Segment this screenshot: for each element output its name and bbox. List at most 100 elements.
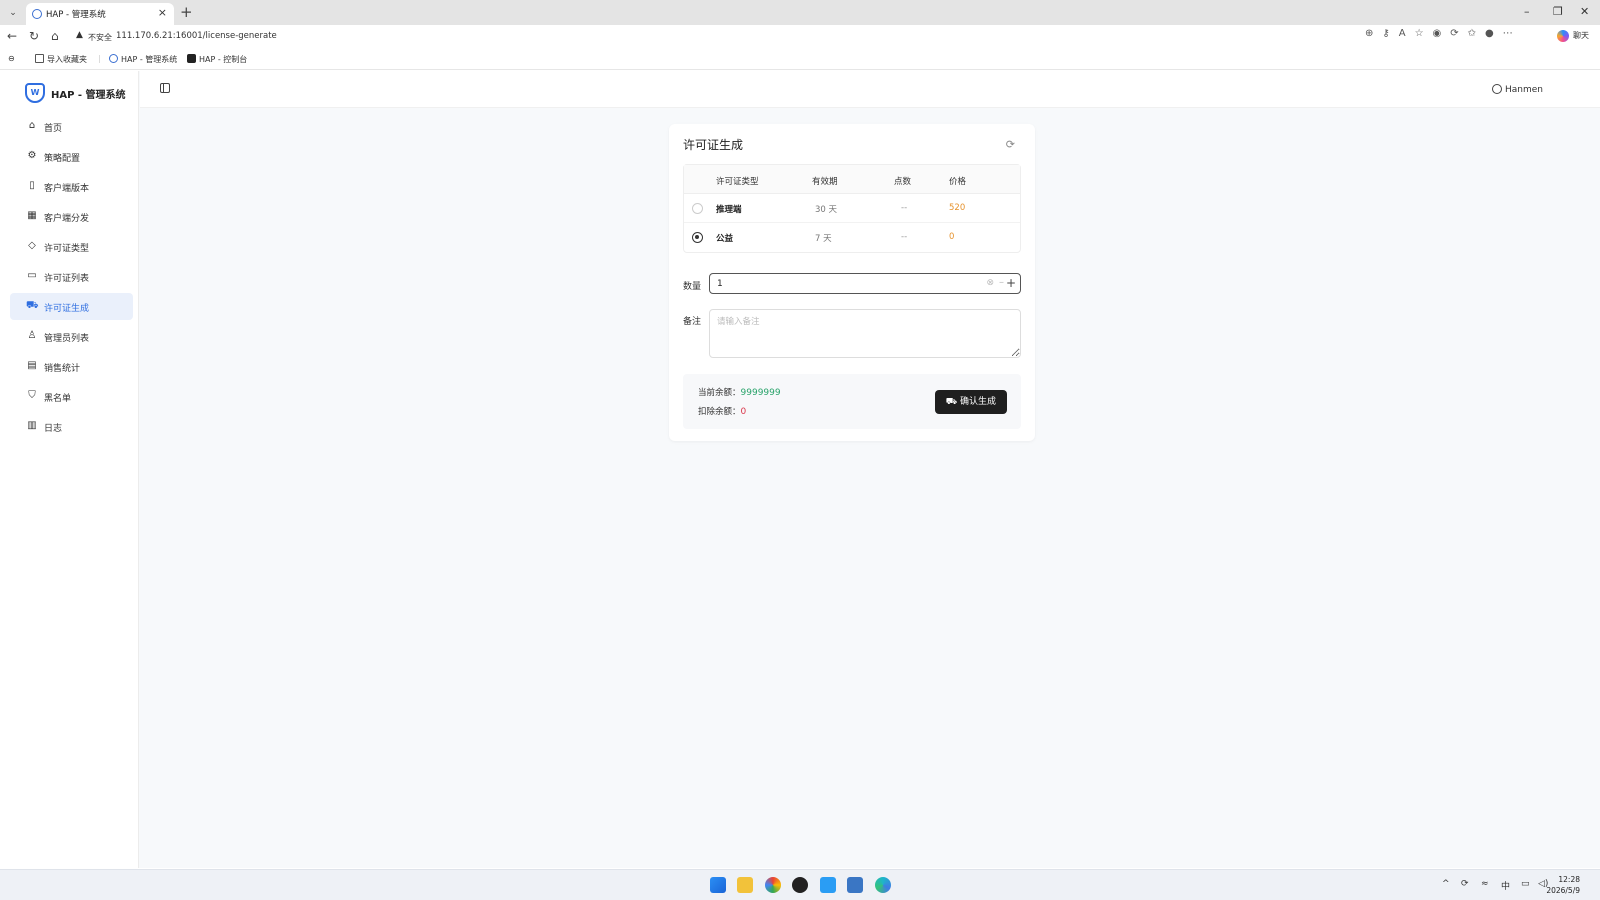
current-balance: 当前余额：9999999 xyxy=(698,386,781,398)
distribute-icon: ▦ xyxy=(27,210,37,221)
minus-icon[interactable]: – xyxy=(999,277,1004,288)
sidebar-item-policy[interactable]: ⚙ 策略配置 xyxy=(10,143,133,170)
chat-label[interactable]: 聊天 xyxy=(1573,30,1589,41)
table-row[interactable]: 推理端 30 天 -- 520 xyxy=(684,194,1020,223)
sidebar-item-label: 管理员列表 xyxy=(44,334,90,344)
feishu-icon[interactable] xyxy=(820,877,836,893)
extension-icon[interactable]: ◉ xyxy=(1433,28,1442,39)
sidebar-item-label: 首页 xyxy=(44,124,63,134)
card-icon: ▭ xyxy=(27,270,37,281)
column-header: 许可证类型 xyxy=(716,177,759,187)
window-close-icon[interactable]: ✕ xyxy=(1580,5,1589,18)
back-arrow-icon[interactable]: ← xyxy=(7,29,17,43)
deduct-balance-label: 扣除余额： xyxy=(698,407,741,417)
minimize-icon[interactable]: – xyxy=(1524,5,1530,18)
user-icon: ♙ xyxy=(27,330,37,341)
sidebar-item-license-type[interactable]: ◇ 许可证类型 xyxy=(10,233,133,260)
sidebar-item-label: 客户端版本 xyxy=(44,184,90,194)
clear-icon[interactable]: ⊗ xyxy=(986,278,994,288)
insecure-label: 不安全 xyxy=(88,33,112,42)
collections-icon[interactable]: ✩ xyxy=(1468,28,1476,39)
bookmark-toggle-icon[interactable]: ⊖ xyxy=(8,54,15,63)
ime-indicator[interactable]: 中 xyxy=(1501,879,1510,892)
profile-icon[interactable]: ● xyxy=(1485,28,1494,39)
window-app-icon[interactable] xyxy=(847,877,863,893)
user-menu[interactable]: Hanmen xyxy=(1492,84,1543,95)
tray-display-icon[interactable]: ▭ xyxy=(1521,879,1530,889)
url-text: 111.170.6.21:16001/license-generate xyxy=(116,31,277,41)
row-radio[interactable] xyxy=(692,203,703,214)
quantity-stepper[interactable]: 1 ⊗ – + xyxy=(709,273,1021,294)
quantity-value[interactable]: 1 xyxy=(717,279,723,289)
confirm-generate-button[interactable]: ⛟ 确认生成 xyxy=(934,390,1007,414)
tray-sync-icon[interactable]: ⟳ xyxy=(1461,879,1469,889)
system-clock[interactable]: 12:28 2026/5/9 xyxy=(1546,874,1580,896)
license-points: -- xyxy=(901,232,908,242)
bookmark-import[interactable]: 导入收藏夹 xyxy=(35,54,87,65)
edge-icon[interactable] xyxy=(875,877,891,893)
url-input[interactable]: ▲ 不安全 111.170.6.21:16001/license-generat… xyxy=(70,28,1380,46)
sidebar-item-label: 许可证类型 xyxy=(44,244,90,254)
favorite-star-icon[interactable]: ☆ xyxy=(1415,28,1424,39)
file-explorer-icon[interactable] xyxy=(737,877,753,893)
windows-start-icon[interactable] xyxy=(710,877,726,893)
restore-icon[interactable]: ❐ xyxy=(1553,5,1563,18)
balance-summary: 当前余额：9999999 扣除余额：0 ⛟ 确认生成 xyxy=(683,374,1021,429)
new-tab-plus-icon[interactable]: + xyxy=(180,3,193,21)
hap-favicon-icon xyxy=(109,54,118,63)
tab-close-icon[interactable]: × xyxy=(158,6,167,19)
tray-chevron-icon[interactable]: ^ xyxy=(1442,879,1450,889)
table-row[interactable]: 公益 7 天 -- 0 xyxy=(684,223,1020,252)
refresh-icon[interactable]: ⟳ xyxy=(1006,138,1015,151)
row-radio[interactable] xyxy=(692,232,703,243)
browser-tab[interactable]: HAP - 管理系统 × xyxy=(26,3,174,25)
folder-icon xyxy=(35,54,44,63)
license-points: -- xyxy=(901,203,908,213)
key-icon[interactable]: ⚷ xyxy=(1382,28,1389,39)
current-balance-value: 9999999 xyxy=(740,388,781,398)
sidebar-item-label: 客户端分发 xyxy=(44,214,90,224)
shield-icon: ⛉ xyxy=(28,390,36,401)
note-textarea[interactable] xyxy=(709,309,1021,358)
translate-icon[interactable]: ⊕ xyxy=(1365,28,1373,39)
card-title: 许可证生成 xyxy=(683,138,744,152)
tray-network-icon[interactable]: ≈ xyxy=(1481,879,1489,889)
sync-icon[interactable]: ⟳ xyxy=(1450,28,1458,39)
sidebar-item-client-distribute[interactable]: ▦ 客户端分发 xyxy=(10,203,133,230)
sidebar-item-logs[interactable]: ▥ 日志 xyxy=(10,413,133,440)
license-name: 公益 xyxy=(716,234,734,244)
deduct-balance: 扣除余额：0 xyxy=(698,405,746,417)
deduct-balance-value: 0 xyxy=(740,407,747,417)
bookmark-hap-console[interactable]: HAP - 控制台 xyxy=(187,54,247,65)
plus-icon[interactable]: + xyxy=(1006,276,1016,290)
os-taskbar: ^ ⟳ ≈ 中 ▭ ◁) 12:28 2026/5/9 xyxy=(0,869,1600,900)
chrome-icon[interactable] xyxy=(765,877,781,893)
home-nav-icon[interactable]: ⌂ xyxy=(51,29,59,43)
bookmark-hap-console-label: HAP - 控制台 xyxy=(199,55,248,64)
sidebar-collapse-icon[interactable] xyxy=(160,83,170,93)
file-icon: ▥ xyxy=(27,420,37,431)
sidebar-item-sales-stats[interactable]: ▤ 销售统计 xyxy=(10,353,133,380)
address-bar-row: ← ↻ ⌂ ▲ 不安全 111.170.6.21:16001/license-g… xyxy=(0,25,1600,49)
home-icon: ⌂ xyxy=(28,120,36,131)
more-menu-icon[interactable]: ⋯ xyxy=(1503,28,1513,39)
read-aloud-icon[interactable]: A xyxy=(1399,28,1406,39)
bookmark-separator: | xyxy=(98,54,101,63)
sidebar-item-label: 销售统计 xyxy=(44,364,81,374)
sidebar-item-home[interactable]: ⌂ 首页 xyxy=(10,113,133,140)
app-black-icon[interactable] xyxy=(792,877,808,893)
app-container: W HAP - 管理系统 ⌂ 首页 ⚙ 策略配置 ▯ 客户端版本 ▦ 客户端分发… xyxy=(3,71,1600,868)
table-header: 许可证类型 有效期 点数 价格 xyxy=(684,165,1020,194)
sidebar-item-license-generate[interactable]: ⛟ 许可证生成 xyxy=(10,293,133,320)
copilot-icon[interactable] xyxy=(1557,30,1569,42)
clipboard-icon: ▤ xyxy=(27,360,37,371)
sidebar-item-client-version[interactable]: ▯ 客户端版本 xyxy=(10,173,133,200)
bookmark-hap-admin[interactable]: HAP - 管理系统 xyxy=(109,54,177,65)
reload-icon[interactable]: ↻ xyxy=(29,29,39,43)
tab-list-chevron-icon[interactable]: ⌄ xyxy=(4,4,22,22)
sidebar-item-blacklist[interactable]: ⛉ 黑名单 xyxy=(10,383,133,410)
column-header: 有效期 xyxy=(812,177,838,187)
quantity-label: 数量 xyxy=(683,282,702,292)
sidebar-item-admin-list[interactable]: ♙ 管理员列表 xyxy=(10,323,133,350)
sidebar-item-license-list[interactable]: ▭ 许可证列表 xyxy=(10,263,133,290)
